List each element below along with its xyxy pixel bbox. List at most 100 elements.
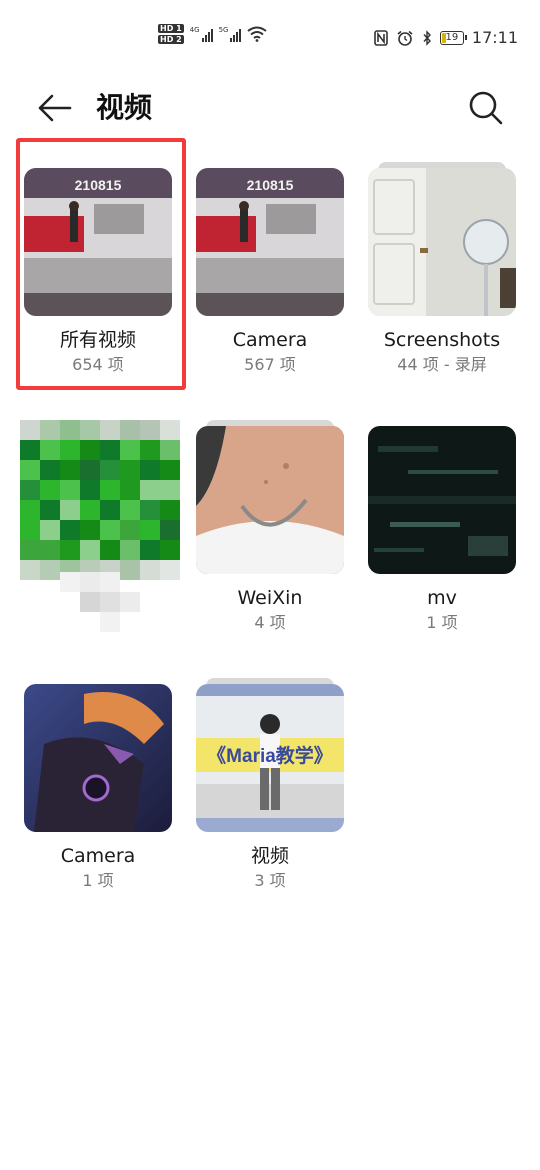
battery-icon: 19 (439, 30, 467, 45)
mosaic-cell (60, 540, 80, 560)
search-icon[interactable] (466, 88, 506, 128)
mosaic-cell (60, 420, 80, 440)
mosaic-cell (160, 500, 180, 520)
album-count: 1 项 (82, 871, 114, 890)
mosaic-cell (20, 440, 40, 460)
mosaic-cell (100, 520, 120, 540)
mosaic-cell (80, 572, 100, 592)
album-count: 567 项 (244, 355, 296, 374)
sim1-badge: HD 1 (158, 24, 184, 33)
game-character-thumbnail (24, 684, 172, 832)
mosaic-cell (80, 592, 100, 612)
mosaic-cell (20, 540, 40, 560)
album-mv[interactable]: mv 1 项 (368, 426, 516, 634)
mosaic-cell (120, 420, 140, 440)
mosaic-cell (80, 460, 100, 480)
mosaic-cell (80, 480, 100, 500)
mosaic-cell (140, 420, 160, 440)
album-thumbnail[interactable] (24, 684, 172, 832)
mosaic-cell (140, 560, 160, 580)
mosaic-cell (80, 420, 100, 440)
album-thumbnail[interactable]: 210815 (196, 168, 344, 316)
mosaic-cell (100, 480, 120, 500)
mosaic-cell (120, 520, 140, 540)
album-name: 视频 (250, 845, 289, 867)
mosaic-cell (80, 540, 100, 560)
mosaic-cell (140, 500, 160, 520)
mosaic-cell (40, 440, 60, 460)
mosaic-cell (60, 500, 80, 520)
album-count: 44 项 - 录屏 (397, 355, 487, 374)
mosaic-cell (60, 480, 80, 500)
mosaic-cell (160, 440, 180, 460)
arrow-left-icon[interactable] (36, 88, 76, 128)
mosaic-cell (40, 520, 60, 540)
mosaic-cell (100, 440, 120, 460)
mosaic-cell (140, 460, 160, 480)
album-thumbnail[interactable] (368, 426, 516, 574)
status-left: HD 1 HD 2 4G 5G (158, 24, 268, 44)
mosaic-cell (100, 460, 120, 480)
selection-highlight (16, 138, 186, 390)
mosaic-cell (100, 572, 120, 592)
album-weixin[interactable]: WeiXin 4 项 (196, 420, 344, 634)
mosaic-cell (80, 520, 100, 540)
dark-glitch-thumbnail (368, 426, 516, 574)
alarm-icon (397, 30, 413, 46)
album-camera-2[interactable]: Camera 1 项 (24, 684, 172, 892)
room-video-thumbnail: 210815 (196, 168, 344, 316)
mosaic-cell (20, 520, 40, 540)
mosaic-cell (100, 540, 120, 560)
mosaic-cell (20, 480, 40, 500)
mosaic-cell (100, 592, 120, 612)
mosaic-cell (80, 500, 100, 520)
wifi-icon (247, 26, 268, 42)
mosaic-cell (140, 480, 160, 500)
mosaic-cell (40, 560, 60, 580)
mosaic-cell (160, 460, 180, 480)
page-title: 视频 (96, 91, 153, 124)
album-mosaic[interactable] (20, 420, 180, 632)
mosaic-cell (40, 480, 60, 500)
album-thumbnail[interactable]: 《Maria教学》 (196, 684, 344, 832)
mosaic-cell (100, 420, 120, 440)
album-count: 1 项 (426, 613, 458, 632)
mosaic-cell (120, 592, 140, 612)
mosaic-cell (40, 420, 60, 440)
mosaic-cell (140, 440, 160, 460)
mosaic-cell (140, 520, 160, 540)
album-name: WeiXin (237, 587, 303, 609)
album-video[interactable]: 《Maria教学》 视频 3 项 (196, 678, 344, 892)
mosaic-cell (60, 440, 80, 460)
mosaic-cell (120, 500, 140, 520)
mosaic-cell (120, 560, 140, 580)
mosaic-cell (20, 460, 40, 480)
nfc-icon (374, 29, 388, 46)
mosaic-cell (40, 500, 60, 520)
mosaic-cell (100, 612, 120, 632)
mosaic-cell (40, 540, 60, 560)
door-fan-thumbnail (368, 168, 516, 316)
mosaic-cell (120, 540, 140, 560)
mosaic-cell (160, 420, 180, 440)
status-bar: HD 1 HD 2 4G 5G 19 17:11 (0, 0, 540, 80)
mosaic-cell (140, 540, 160, 560)
mosaic-cell (80, 440, 100, 460)
maria-banner-text: 《Maria教学》 (207, 744, 333, 767)
album-screenshots[interactable]: Screenshots 44 项 - 录屏 (368, 162, 516, 376)
mosaic-cell (20, 560, 40, 580)
album-name: Screenshots (383, 329, 501, 351)
sim2-badge: HD 2 (158, 35, 184, 44)
mosaic-cell (100, 500, 120, 520)
album-thumbnail[interactable] (368, 168, 516, 316)
signal-4g-icon: 4G (190, 26, 213, 42)
mosaic-cell (60, 520, 80, 540)
mosaic-cell (20, 500, 40, 520)
mosaic-cell (120, 440, 140, 460)
album-thumbnail[interactable] (196, 426, 344, 574)
dance-tutorial-thumbnail: 《Maria教学》 (196, 684, 344, 832)
clock: 17:11 (471, 28, 518, 47)
mosaic-cell (160, 560, 180, 580)
album-camera[interactable]: 210815 Camera 567 项 (196, 168, 344, 376)
sim-badges: HD 1 HD 2 (158, 24, 184, 44)
